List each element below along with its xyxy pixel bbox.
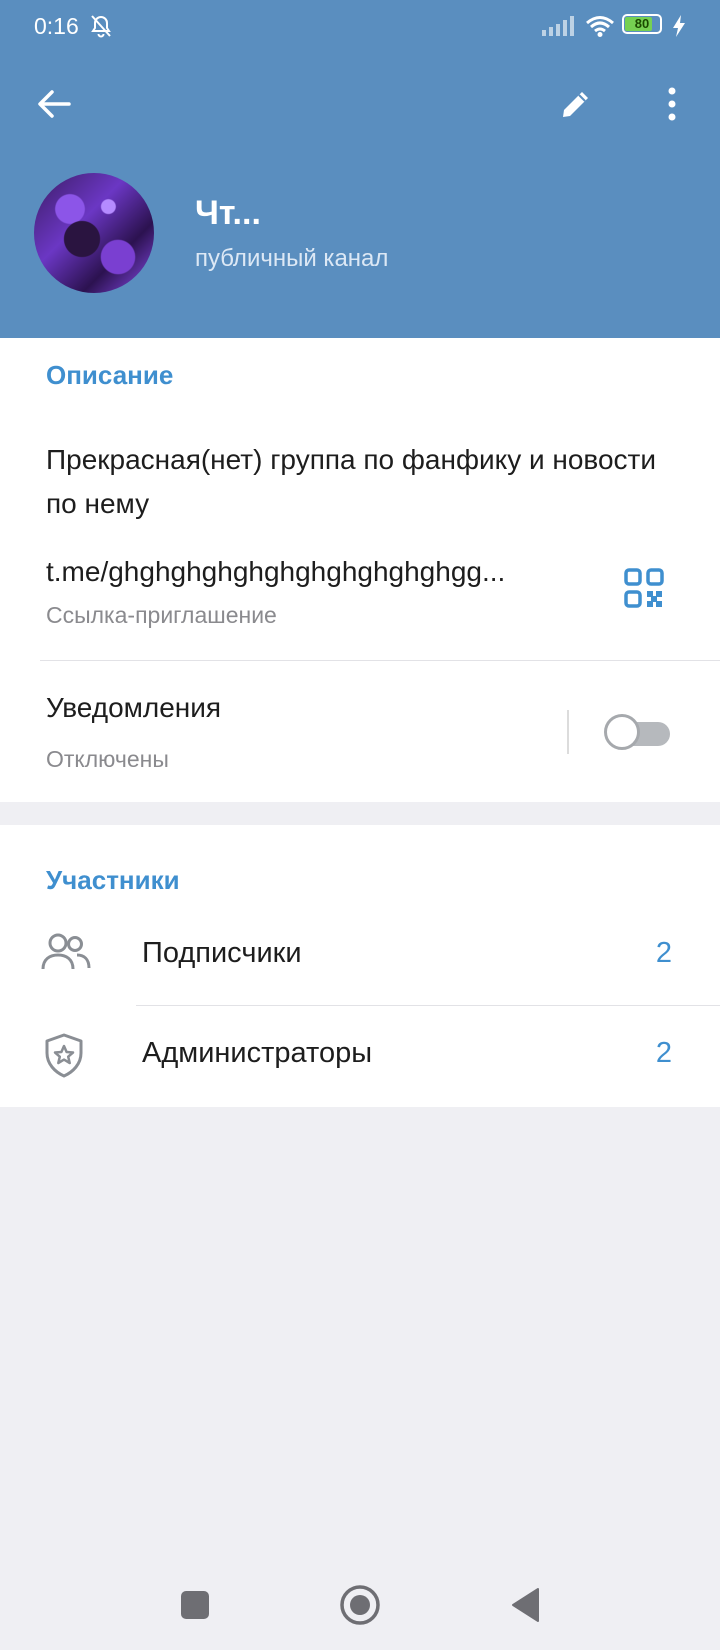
- back-nav-button[interactable]: [500, 1580, 550, 1630]
- battery-text: 80: [634, 16, 650, 31]
- charging-bolt-icon: [672, 15, 686, 42]
- edit-button[interactable]: [548, 76, 604, 132]
- channel-info-card: Описание Прекрасная(нет) группа по фанфи…: [0, 338, 720, 802]
- qr-code-icon: [624, 568, 664, 608]
- notifications-state: Отключены: [46, 746, 169, 772]
- toggle-knob: [604, 714, 640, 750]
- circle-icon: [340, 1585, 380, 1625]
- administrators-label: Администраторы: [142, 1037, 373, 1069]
- administrators-count: 2: [655, 1037, 672, 1069]
- administrators-row[interactable]: Администраторы 2: [0, 1007, 720, 1105]
- system-navigation-bar: [0, 1560, 720, 1650]
- battery-icon: 80: [622, 14, 662, 34]
- subscribers-count: 2: [655, 937, 672, 969]
- subscribers-label: Подписчики: [142, 937, 302, 969]
- description-text: Прекрасная(нет) группа по фанфику и ново…: [46, 444, 657, 519]
- recents-nav-button[interactable]: [170, 1580, 220, 1630]
- members-section-title: Участники: [46, 865, 180, 895]
- subscribers-row[interactable]: Подписчики 2: [0, 907, 720, 1005]
- profile-header: 0:16 80 Чт... публичный канал: [0, 0, 720, 338]
- qr-code-button[interactable]: [624, 568, 674, 618]
- invite-link-label: Ссылка-приглашение: [46, 602, 277, 628]
- status-bar: 0:16 80: [0, 0, 720, 56]
- shield-star-icon: [40, 1031, 88, 1084]
- bell-off-icon: [90, 14, 112, 43]
- channel-title: Чт...: [195, 194, 261, 232]
- notifications-title: Уведомления: [46, 692, 222, 723]
- members-card: Участники Подписчики 2 Администраторы 2: [0, 825, 720, 1107]
- pencil-icon: [563, 92, 588, 117]
- notifications-toggle[interactable]: [604, 714, 672, 750]
- back-button[interactable]: [26, 76, 82, 132]
- more-vertical-icon: [668, 87, 676, 121]
- triangle-back-icon: [512, 1588, 539, 1622]
- description-section-title: Описание: [46, 360, 174, 390]
- channel-subtitle: публичный канал: [195, 245, 389, 272]
- square-icon: [181, 1591, 209, 1619]
- vertical-separator: [567, 710, 569, 754]
- divider: [40, 660, 720, 661]
- invite-link[interactable]: t.me/ghghghghghghghghghghghgg...: [46, 556, 586, 588]
- signal-icon: [542, 16, 574, 41]
- arrow-left-icon: [38, 90, 71, 118]
- channel-avatar[interactable]: [34, 173, 154, 293]
- home-nav-button[interactable]: [335, 1580, 385, 1630]
- wifi-icon: [585, 15, 615, 42]
- status-time: 0:16: [34, 13, 79, 39]
- more-options-button[interactable]: [644, 76, 700, 132]
- divider: [136, 1005, 720, 1006]
- people-icon: [40, 931, 92, 980]
